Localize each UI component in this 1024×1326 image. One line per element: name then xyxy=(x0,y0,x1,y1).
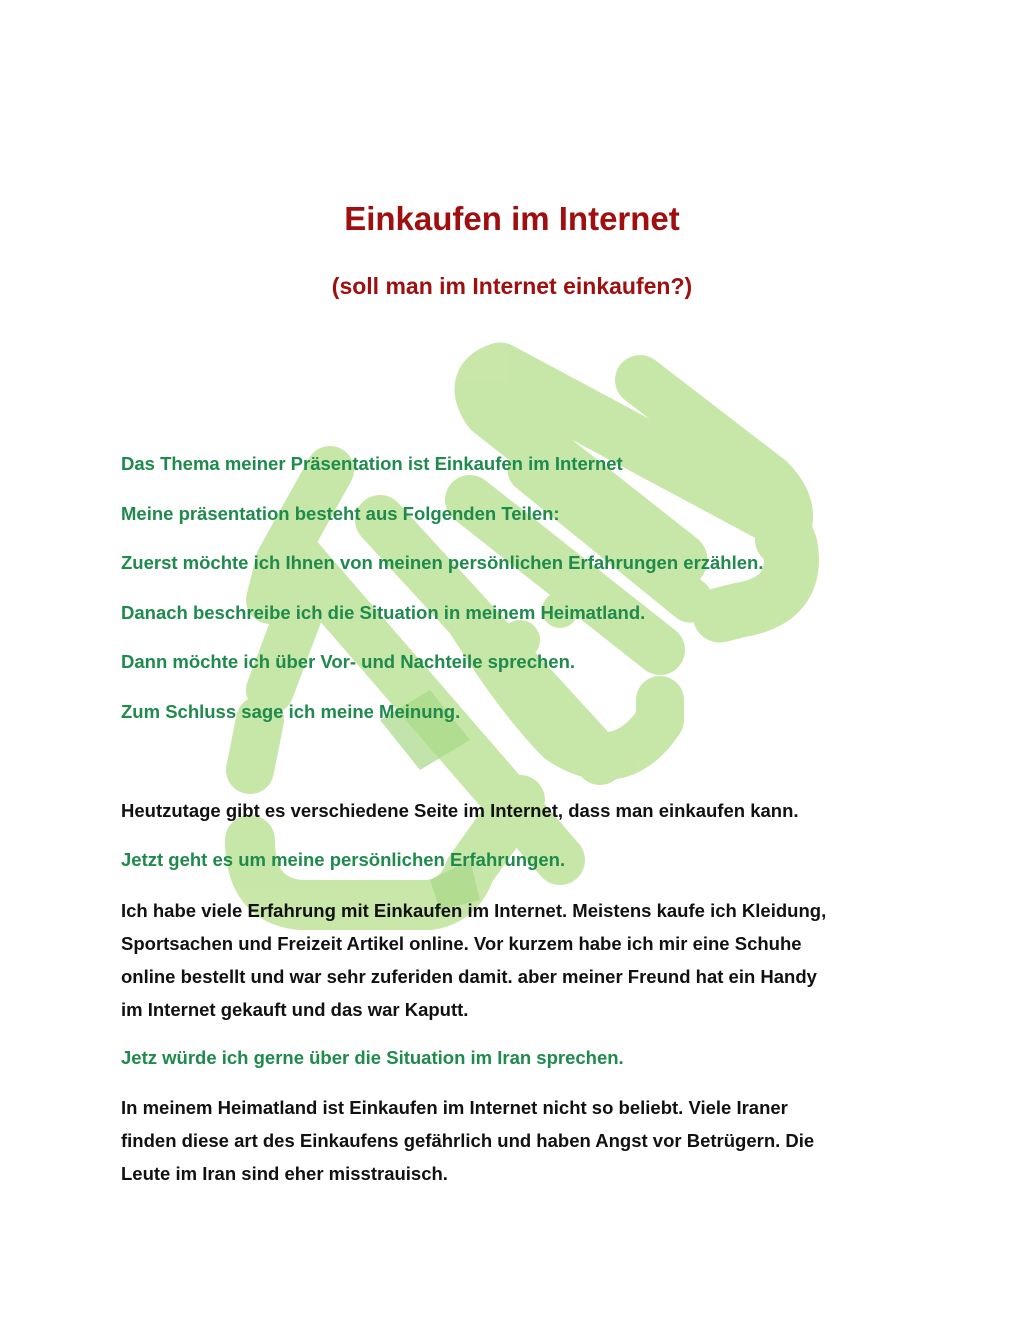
intro-line: Zum Schluss sage ich meine Meinung. xyxy=(121,701,461,722)
intro-line: Zuerst möchte ich Ihnen von meinen persö… xyxy=(121,552,764,573)
paragraph-line: online bestellt und war sehr zuferiden d… xyxy=(121,966,817,987)
intro-line: Dann möchte ich über Vor- und Nachteile … xyxy=(121,651,576,672)
paragraph-line: finden diese art des Einkaufens gefährli… xyxy=(121,1130,815,1151)
experience-paragraph: Ich habe viele Erfahrung mit Einkaufen i… xyxy=(121,894,921,1026)
paragraph-line: Ich habe viele Erfahrung mit Einkaufen i… xyxy=(121,900,827,921)
paragraph-line: In meinem Heimatland ist Einkaufen im In… xyxy=(121,1097,788,1118)
page-title: Einkaufen im Internet xyxy=(344,200,680,237)
paragraph-line: Leute im Iran sind eher misstrauisch. xyxy=(121,1163,448,1184)
page-subtitle: (soll man im Internet einkaufen?) xyxy=(331,273,693,299)
transition-heading: Jetz würde ich gerne über die Situation … xyxy=(121,1047,624,1068)
statement-line: Heutzutage gibt es verschiedene Seite im… xyxy=(121,800,799,821)
paragraph-line: Sportsachen und Freizeit Artikel online.… xyxy=(121,933,802,954)
iran-paragraph: In meinem Heimatland ist Einkaufen im In… xyxy=(121,1091,921,1190)
intro-line: Das Thema meiner Präsentation ist Einkau… xyxy=(121,453,623,474)
intro-line: Danach beschreibe ich die Situation in m… xyxy=(121,602,646,623)
document-page: Einkaufen im Internet (soll man im Inter… xyxy=(0,0,1024,1326)
paragraph-line: im Internet gekauft und das war Kaputt. xyxy=(121,999,469,1020)
transition-heading: Jetzt geht es um meine persönlichen Erfa… xyxy=(121,849,566,870)
intro-line: Meine präsentation besteht aus Folgenden… xyxy=(121,503,560,524)
